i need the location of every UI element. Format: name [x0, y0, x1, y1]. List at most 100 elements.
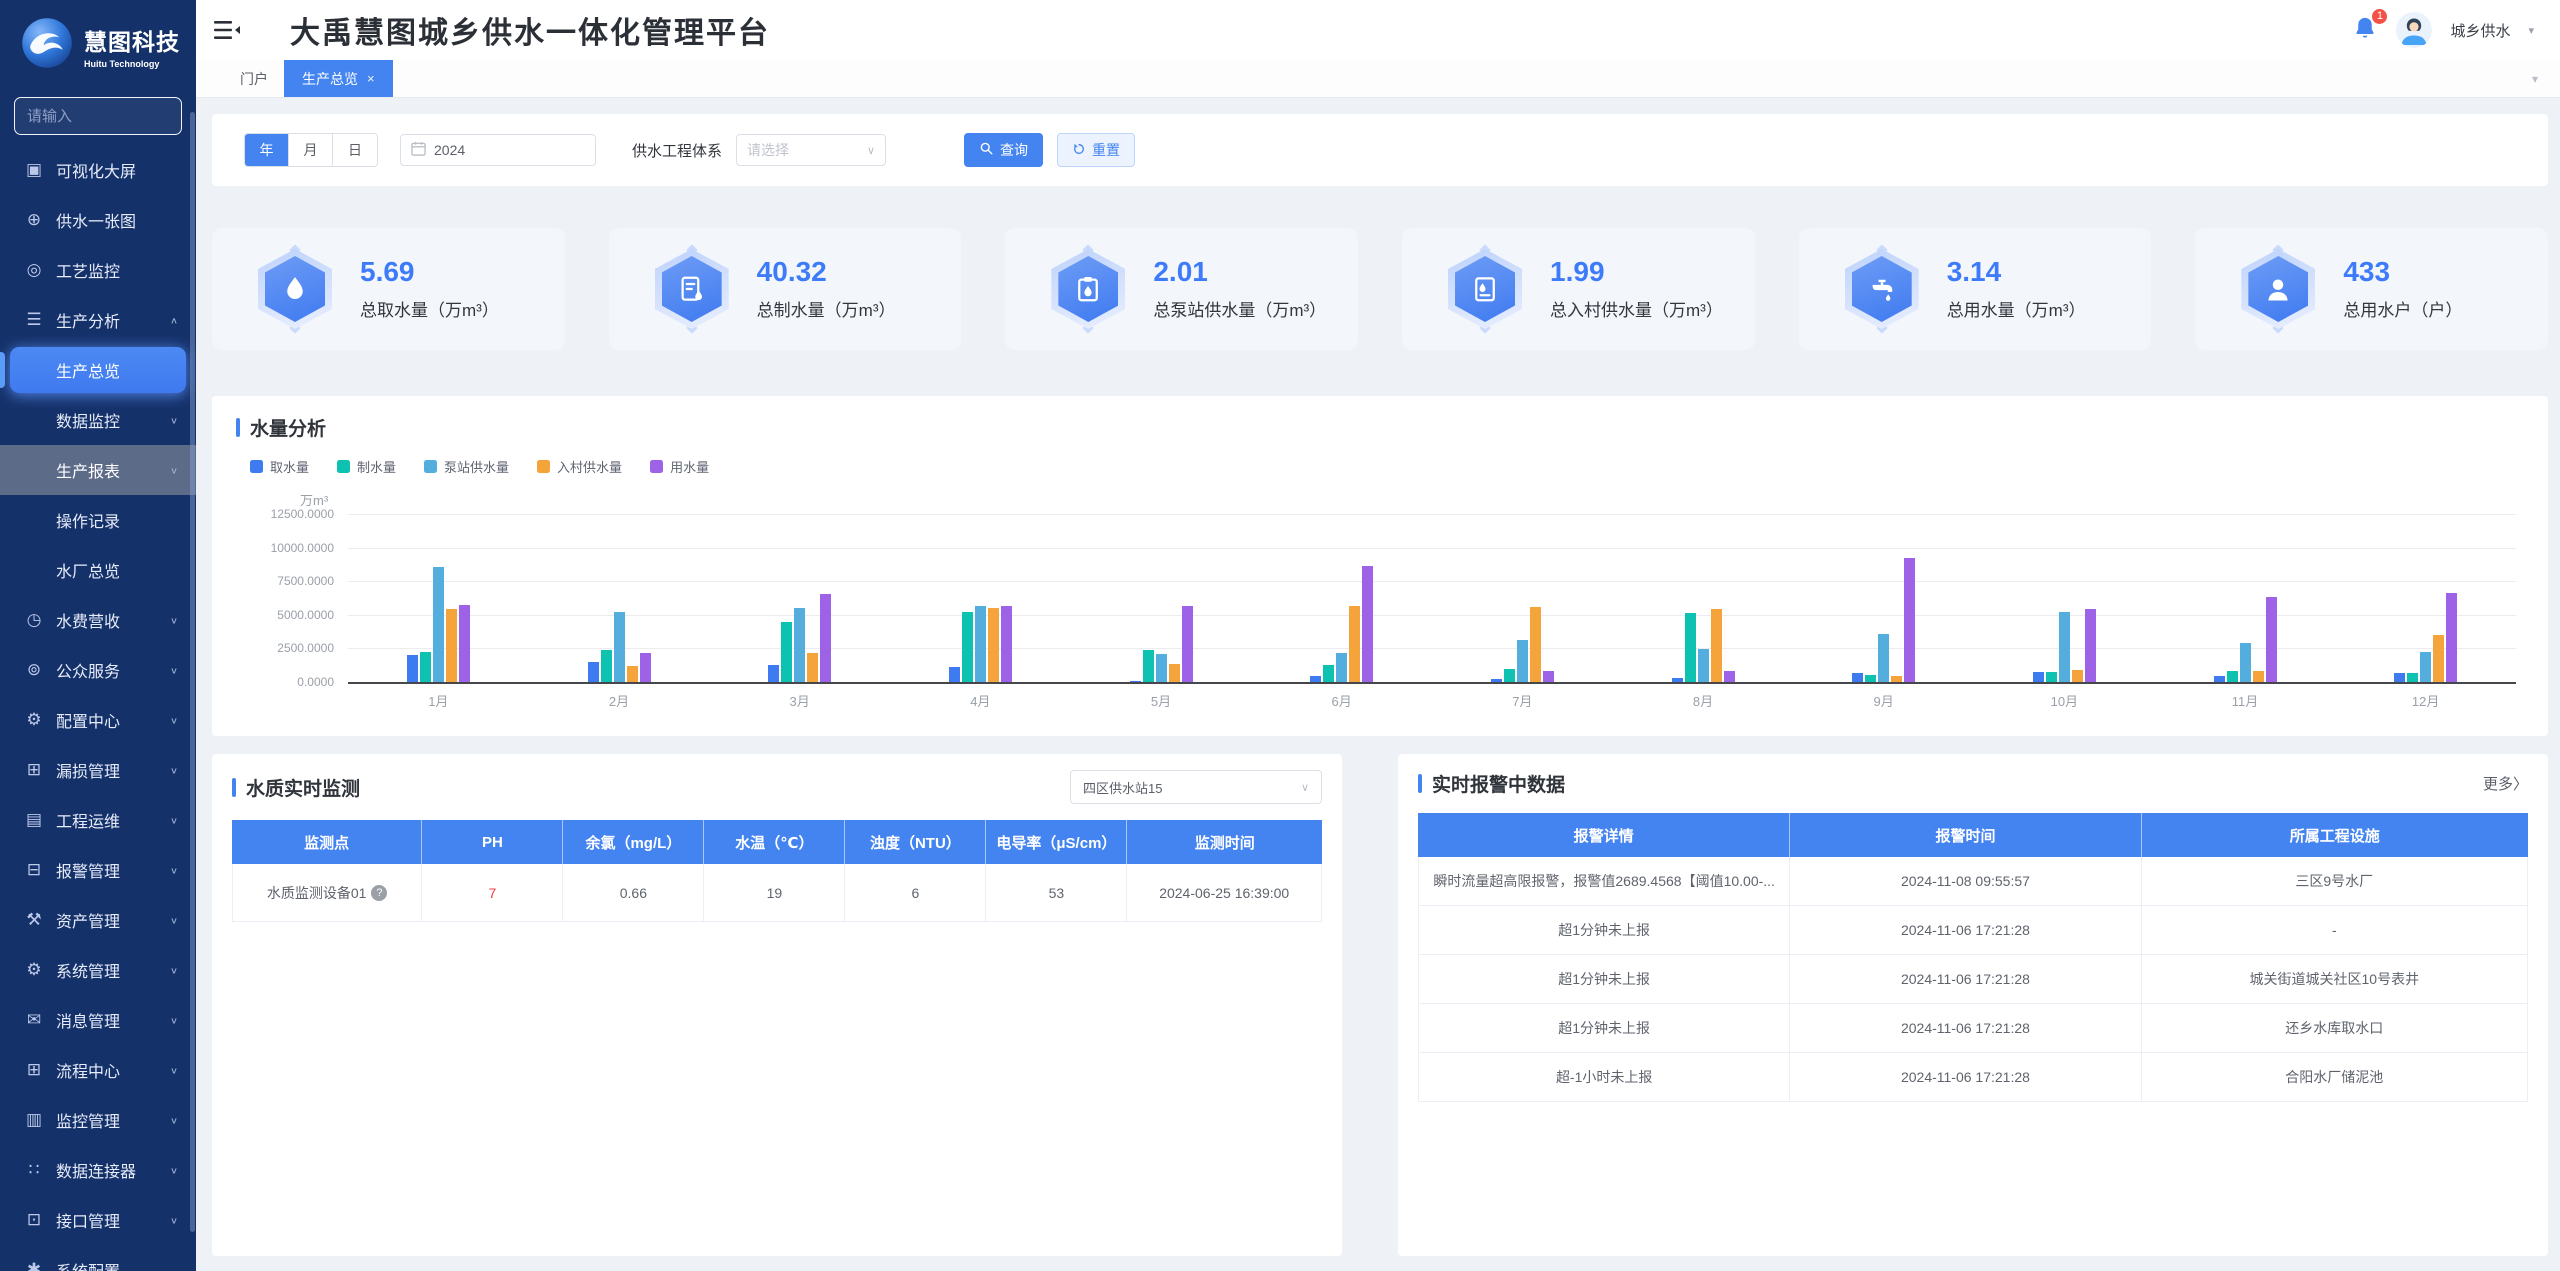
user-caret-down-icon[interactable]: ▾	[2528, 24, 2534, 37]
sidebar-item-数据监控[interactable]: 数据监控∨	[0, 395, 196, 445]
bar-泵站供水量-2月	[614, 612, 625, 682]
more-link[interactable]: 更多〉	[2483, 773, 2528, 794]
stat-card-text: 5.69总取水量（万m³）	[360, 257, 499, 320]
legend-item-制水量[interactable]: 制水量	[337, 457, 396, 476]
avatar[interactable]	[2396, 12, 2432, 48]
chevron-down-icon: ∨	[170, 1115, 178, 1125]
chevron-down-icon: ∨	[170, 915, 178, 925]
sidebar-item-流程中心[interactable]: ⊞流程中心∨	[0, 1045, 196, 1095]
stat-label: 总制水量（万m³）	[757, 296, 896, 321]
x-axis-label-9月: 9月	[1793, 691, 1974, 710]
help-icon[interactable]: ?	[371, 885, 387, 901]
logo: 慧图科技 Huitu Technology	[0, 0, 196, 85]
sidebar-item-系统配置[interactable]: ✱系统配置	[0, 1245, 196, 1271]
sidebar-item-生产分析[interactable]: ☰生产分析∧	[0, 295, 196, 345]
sidebar-item-公众服务[interactable]: ⊚公众服务∨	[0, 645, 196, 695]
cell-value: 超-1小时未上报	[1556, 1067, 1652, 1087]
bar-取水量-3月	[768, 665, 779, 682]
bar-取水量-8月	[1672, 678, 1683, 682]
station-select[interactable]: 四区供水站15 ∨	[1070, 770, 1322, 804]
sidebar-item-报警管理[interactable]: ⊟报警管理∨	[0, 845, 196, 895]
chevron-down-icon: ∨	[170, 865, 178, 875]
sidebar-item-漏损管理[interactable]: ⊞漏损管理∨	[0, 745, 196, 795]
sidebar-item-工程运维[interactable]: ▤工程运维∨	[0, 795, 196, 845]
stat-card-总用水户（户）: 433总用水户（户）	[2195, 228, 2548, 350]
sidebar-item-生产报表[interactable]: 生产报表∨	[0, 445, 196, 495]
table-cell: 2024-11-06 17:21:28	[1790, 1053, 2141, 1102]
legend-item-用水量[interactable]: 用水量	[650, 457, 709, 476]
legend-swatch	[424, 460, 437, 473]
sidebar-item-系统管理[interactable]: ⚙系统管理∨	[0, 945, 196, 995]
reset-button[interactable]: 重置	[1057, 133, 1135, 167]
page-title: 大禹慧图城乡供水一体化管理平台	[290, 8, 770, 52]
menu-collapse-icon[interactable]	[214, 19, 240, 41]
tabbar-caret-down-icon[interactable]: ▾	[2532, 72, 2538, 86]
cell-value: 0.66	[620, 885, 647, 901]
sidebar-item-配置中心[interactable]: ⚙配置中心∨	[0, 695, 196, 745]
notification-bell-icon[interactable]: 1	[2352, 15, 2378, 46]
username[interactable]: 城乡供水	[2450, 20, 2510, 41]
legend-item-入村供水量[interactable]: 入村供水量	[537, 457, 622, 476]
sidebar-item-接口管理[interactable]: ⊡接口管理∨	[0, 1195, 196, 1245]
chart-bar-group-2月	[588, 612, 651, 682]
sidebar-item-供水一张图[interactable]: ⊕供水一张图	[0, 195, 196, 245]
bar-取水量-1月	[407, 655, 418, 682]
stat-value: 3.14	[1947, 257, 2086, 286]
select-chevron-down-icon: ∨	[1301, 781, 1309, 794]
legend-item-泵站供水量[interactable]: 泵站供水量	[424, 457, 509, 476]
table-cell: 2024-11-06 17:21:28	[1790, 906, 2141, 955]
sidebar-item-工艺监控[interactable]: ◎工艺监控	[0, 245, 196, 295]
bar-制水量-9月	[1865, 675, 1876, 682]
chevron-up-icon: ∧	[170, 315, 178, 325]
period-option-日[interactable]: 日	[333, 134, 377, 166]
search-button[interactable]: 查询	[964, 133, 1043, 167]
main-column: 大禹慧图城乡供水一体化管理平台 1	[196, 0, 2560, 1271]
chevron-down-icon: ∨	[170, 1065, 178, 1075]
sidebar-search-input[interactable]	[14, 97, 182, 135]
chevron-down-icon: ∨	[170, 1215, 178, 1225]
system-select[interactable]: 请选择 ∨	[736, 134, 886, 166]
cell-value: 19	[767, 885, 783, 901]
year-date-input[interactable]: 2024	[400, 134, 596, 166]
legend-swatch	[250, 460, 263, 473]
sidebar-item-label: 数据监控	[56, 408, 170, 432]
stat-card-text: 1.99总入村供水量（万m³）	[1550, 257, 1723, 320]
legend-item-取水量[interactable]: 取水量	[250, 457, 309, 476]
water-production-icon	[655, 249, 729, 329]
sidebar-item-数据连接器[interactable]: ∷数据连接器∨	[0, 1145, 196, 1195]
sidebar-item-label: 操作记录	[56, 508, 178, 532]
period-option-年[interactable]: 年	[245, 134, 289, 166]
sidebar-item-label: 系统配置	[56, 1258, 178, 1271]
column-header: PH	[422, 820, 563, 864]
chevron-down-icon: ∨	[170, 665, 178, 675]
water-users-icon	[2241, 249, 2315, 329]
sidebar-item-生产总览[interactable]: 生产总览	[10, 347, 186, 393]
bar-取水量-10月	[2033, 672, 2044, 682]
bar-用水量-4月	[1001, 606, 1012, 682]
sidebar-scrollbar[interactable]	[190, 112, 195, 1232]
tab-portal[interactable]: 门户	[224, 60, 284, 97]
sidebar-item-资产管理[interactable]: ⚒资产管理∨	[0, 895, 196, 945]
tab-production-overview[interactable]: 生产总览 ×	[284, 60, 393, 97]
period-option-月[interactable]: 月	[289, 134, 333, 166]
table-row: 水质监测设备01?70.66196532024-06-25 16:39:00	[232, 864, 1322, 922]
sidebar-item-水厂总览[interactable]: 水厂总览	[0, 545, 196, 595]
bar-取水量-11月	[2214, 676, 2225, 682]
bar-泵站供水量-9月	[1878, 634, 1889, 682]
tab-close-icon[interactable]: ×	[367, 71, 375, 86]
bar-取水量-4月	[949, 667, 960, 682]
table-cell: 0.66	[563, 864, 704, 922]
sidebar-item-消息管理[interactable]: ✉消息管理∨	[0, 995, 196, 1045]
sidebar-item-label: 消息管理	[56, 1008, 170, 1032]
bar-入村供水量-6月	[1349, 606, 1360, 682]
app-root: 慧图科技 Huitu Technology ▣可视化大屏⊕供水一张图◎工艺监控☰…	[0, 0, 2560, 1271]
sidebar-item-label: 供水一张图	[56, 208, 178, 232]
sidebar-item-可视化大屏[interactable]: ▣可视化大屏	[0, 145, 196, 195]
bar-用水量-2月	[640, 653, 651, 682]
bar-取水量-7月	[1491, 679, 1502, 682]
cell-value: 还乡水库取水口	[2285, 1018, 2383, 1038]
sidebar-item-监控管理[interactable]: ▥监控管理∨	[0, 1095, 196, 1145]
sidebar-item-操作记录[interactable]: 操作记录	[0, 495, 196, 545]
legend-swatch	[650, 460, 663, 473]
sidebar-item-水费营收[interactable]: ◷水费营收∨	[0, 595, 196, 645]
